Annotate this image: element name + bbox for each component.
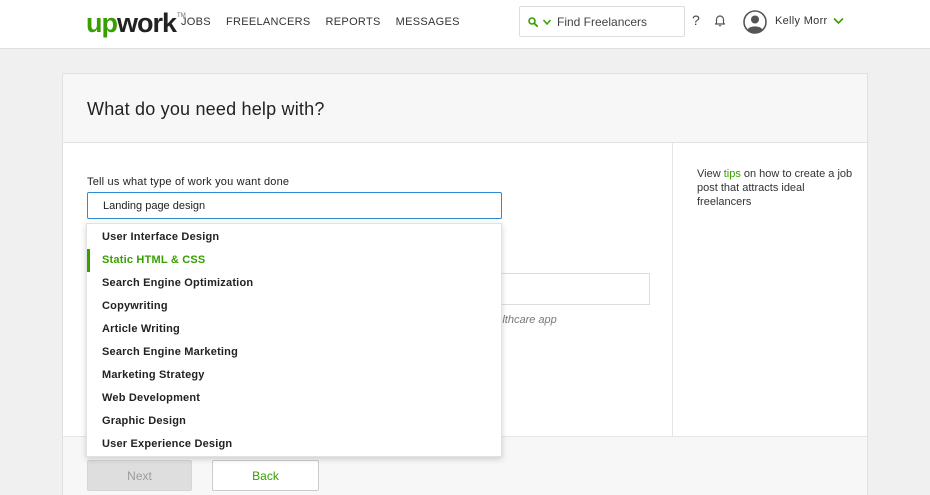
card-header: What do you need help with? — [63, 74, 867, 143]
search-box[interactable]: Find Freelancers — [519, 6, 685, 37]
suggestion-item[interactable]: Search Engine Marketing — [87, 341, 501, 364]
suggestion-item[interactable]: Web Development — [87, 387, 501, 410]
suggestion-item[interactable]: User Experience Design — [87, 433, 501, 456]
work-type-label: Tell us what type of work you want done — [87, 176, 290, 188]
search-input[interactable]: Find Freelancers — [557, 15, 647, 29]
suggestion-item[interactable]: Article Writing — [87, 318, 501, 341]
search-icon[interactable] — [528, 16, 538, 27]
main-nav: JOBS FREELANCERS REPORTS MESSAGES — [181, 15, 460, 29]
column-divider — [672, 143, 673, 436]
job-name-input[interactable] — [495, 273, 650, 305]
suggestion-item[interactable]: Graphic Design — [87, 410, 501, 433]
suggestion-item[interactable]: Marketing Strategy — [87, 364, 501, 387]
user-menu-chevron-icon[interactable] — [833, 17, 844, 25]
tips-prefix: View — [697, 168, 724, 180]
help-button[interactable]: ? — [692, 12, 700, 28]
nav-freelancers[interactable]: FREELANCERS — [226, 15, 311, 29]
work-type-suggestions: User Interface Design Static HTML & CSS … — [86, 223, 502, 457]
chevron-down-icon[interactable] — [542, 17, 552, 27]
nav-reports[interactable]: REPORTS — [326, 15, 381, 29]
top-navigation-bar: up work TM JOBS FREELANCERS REPORTS MESSAG… — [0, 0, 930, 49]
user-name[interactable]: Kelly Morr — [775, 15, 828, 27]
nav-messages[interactable]: MESSAGES — [396, 15, 460, 29]
suggestion-item[interactable]: User Interface Design — [87, 226, 501, 249]
back-button[interactable]: Back — [212, 460, 319, 491]
page-title: What do you need help with? — [87, 99, 325, 119]
tips-link[interactable]: tips — [724, 168, 741, 180]
logo-up: up — [86, 8, 118, 38]
upwork-logo[interactable]: up work TM — [86, 9, 186, 37]
nav-jobs[interactable]: JOBS — [181, 15, 211, 29]
logo-work: work — [117, 8, 177, 38]
suggestion-item[interactable]: Search Engine Optimization — [87, 272, 501, 295]
suggestion-item[interactable]: Copywriting — [87, 295, 501, 318]
next-button[interactable]: Next — [87, 460, 192, 491]
work-type-input[interactable] — [87, 192, 502, 219]
suggestion-item[interactable]: Static HTML & CSS — [87, 249, 501, 272]
avatar-icon[interactable] — [743, 10, 767, 34]
bell-icon[interactable] — [713, 13, 727, 27]
tips-panel: View tips on how to create a job post th… — [697, 167, 857, 209]
